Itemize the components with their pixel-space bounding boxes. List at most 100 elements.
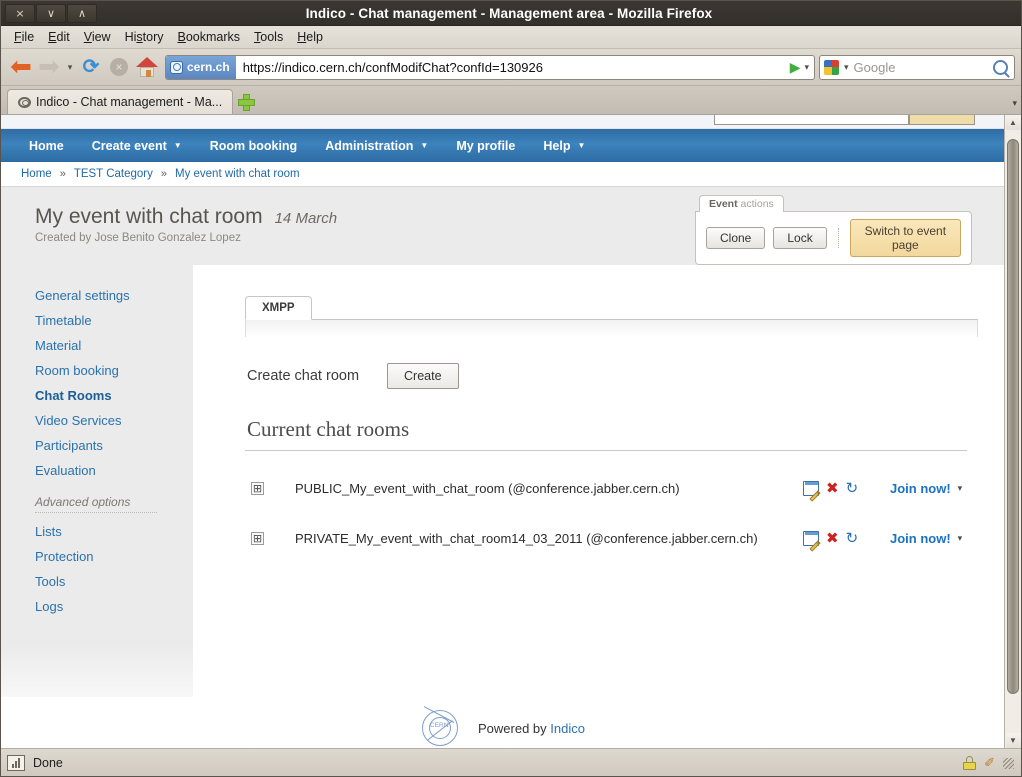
create-button[interactable]: Create xyxy=(387,363,459,389)
firefox-window: × ∨ ∧ Indico - Chat management - Managem… xyxy=(0,0,1022,777)
nav-item-room-booking[interactable]: Room booking xyxy=(196,129,312,162)
sidebar-item-chat-rooms[interactable]: Chat Rooms xyxy=(35,383,193,408)
switch-to-event-page-button[interactable]: Switch to event page xyxy=(849,219,961,257)
edit-icon[interactable] xyxy=(803,530,821,552)
join-control: Join now! ▾ xyxy=(890,481,962,496)
menu-history[interactable]: History xyxy=(118,28,171,46)
go-button[interactable]: ▶ xyxy=(786,59,805,76)
nav-item-home[interactable]: Home xyxy=(15,129,78,162)
expand-icon[interactable]: ⊞ xyxy=(251,481,264,495)
nav-item-label: Home xyxy=(29,138,64,153)
nav-item-create-event[interactable]: Create event ▼ xyxy=(78,129,196,162)
breadcrumb-item-home[interactable]: Home xyxy=(21,168,52,180)
menu-file[interactable]: File xyxy=(7,28,41,46)
content-tabstrip: XMPP xyxy=(245,293,978,320)
url-dropdown-icon[interactable]: ▾ xyxy=(804,62,814,73)
sidebar-item-general-settings[interactable]: General settings xyxy=(35,283,193,308)
nav-item-label: Create event xyxy=(91,138,167,153)
join-now-link[interactable]: Join now! xyxy=(890,531,951,546)
reload-icon[interactable]: ⟳ xyxy=(77,53,105,81)
url-bar[interactable]: cern.ch https://indico.cern.ch/confModif… xyxy=(165,54,815,80)
site-identity-button[interactable]: cern.ch xyxy=(166,55,236,79)
status-text: Done xyxy=(33,755,63,770)
delete-icon[interactable]: ✖ xyxy=(826,530,839,546)
chevron-down-icon[interactable]: ▾ xyxy=(958,533,963,544)
page-title: My event with chat room xyxy=(35,205,263,228)
tab-list-dropdown-icon[interactable]: ▾ xyxy=(1012,98,1017,109)
nav-item-administration[interactable]: Administration ▼ xyxy=(311,129,442,162)
sidebar-item-evaluation[interactable]: Evaluation xyxy=(35,458,193,483)
resize-grip[interactable] xyxy=(1001,756,1015,770)
sidebar-item-video-services[interactable]: Video Services xyxy=(35,408,193,433)
sidebar-item-room-booking[interactable]: Room booking xyxy=(35,358,193,383)
sidebar-item-material[interactable]: Material xyxy=(35,333,193,358)
browser-navigation-toolbar: ⬅ ➡ ▾ ⟳ × cern.ch https://indico.cern.ch… xyxy=(1,49,1021,86)
chevron-down-icon: ▼ xyxy=(420,141,429,150)
back-arrow-icon[interactable]: ⬅ xyxy=(7,53,35,81)
plus-icon xyxy=(237,94,255,111)
sidebar-item-tools[interactable]: Tools xyxy=(35,569,193,594)
page-viewport: Home Create event ▼ Room booking Adminis… xyxy=(1,114,1021,748)
event-actions-tab-label: Event actions xyxy=(699,195,784,212)
history-dropdown-icon[interactable]: ▾ xyxy=(63,62,77,73)
menu-view[interactable]: View xyxy=(77,28,118,46)
scrollbar-thumb[interactable] xyxy=(1007,139,1019,694)
page-scrollbar[interactable]: ▲ ▼ xyxy=(1004,115,1021,748)
tab-indico-chat-management[interactable]: Indico - Chat management - Ma... xyxy=(7,89,234,114)
window-maximize-button[interactable]: ∧ xyxy=(67,3,97,23)
menu-edit[interactable]: Edit xyxy=(41,28,77,46)
chevron-down-icon: ▼ xyxy=(173,141,182,150)
sidebar-item-protection[interactable]: Protection xyxy=(35,544,193,569)
url-input[interactable]: https://indico.cern.ch/confModifChat?con… xyxy=(236,60,786,75)
forward-arrow-icon[interactable]: ➡ xyxy=(35,53,63,81)
event-actions-tab-light: actions xyxy=(740,198,774,210)
menu-bookmarks[interactable]: Bookmarks xyxy=(171,28,248,46)
menu-tools[interactable]: Tools xyxy=(247,28,290,46)
edit-icon[interactable] xyxy=(803,480,821,502)
clone-button[interactable]: Clone xyxy=(706,227,766,249)
scroll-down-icon[interactable]: ▼ xyxy=(1005,733,1021,748)
site-search-input[interactable] xyxy=(714,115,909,125)
chevron-down-icon[interactable]: ▾ xyxy=(958,483,963,494)
nav-item-help[interactable]: Help ▼ xyxy=(529,129,599,162)
tab-xmpp[interactable]: XMPP xyxy=(245,296,312,320)
refresh-icon[interactable]: ↻ xyxy=(846,480,859,496)
breadcrumb-item-current[interactable]: My event with chat room xyxy=(175,168,300,180)
search-input[interactable]: Google xyxy=(854,60,993,75)
lock-icon[interactable] xyxy=(963,755,977,770)
scroll-up-icon[interactable]: ▲ xyxy=(1005,115,1021,130)
menu-help[interactable]: Help xyxy=(290,28,330,46)
join-now-link[interactable]: Join now! xyxy=(890,481,951,496)
search-icon[interactable] xyxy=(993,59,1008,75)
sidebar-item-timetable[interactable]: Timetable xyxy=(35,308,193,333)
search-bar[interactable]: ▾ Google xyxy=(819,54,1015,80)
site-search-button[interactable] xyxy=(909,115,975,125)
new-tab-button[interactable] xyxy=(233,89,257,114)
sidebar-item-participants[interactable]: Participants xyxy=(35,433,193,458)
delete-icon[interactable]: ✖ xyxy=(826,480,839,496)
window-title: Indico - Chat management - Management ar… xyxy=(305,5,713,21)
nav-item-my-profile[interactable]: My profile xyxy=(442,129,529,162)
stop-icon[interactable]: × xyxy=(105,53,133,81)
main-content-area: General settings Timetable Material Room… xyxy=(1,265,1004,697)
globe-icon xyxy=(170,60,183,74)
breadcrumb: Home » TEST Category » My event with cha… xyxy=(1,162,1004,187)
home-icon[interactable] xyxy=(133,53,161,81)
table-row: ⊞ PUBLIC_My_event_with_chat_room (@confe… xyxy=(245,475,978,502)
lock-button[interactable]: Lock xyxy=(773,227,827,249)
window-minimize-button[interactable]: ∨ xyxy=(36,3,66,23)
sidebar-item-lists[interactable]: Lists xyxy=(35,519,193,544)
search-engine-dropdown-icon[interactable]: ▾ xyxy=(839,62,854,73)
tab-title: Indico - Chat management - Ma... xyxy=(36,95,223,109)
indico-link[interactable]: Indico xyxy=(550,721,585,736)
row-actions: ✖ ↻ xyxy=(803,530,859,552)
nav-item-label: My profile xyxy=(456,138,516,153)
expand-icon[interactable]: ⊞ xyxy=(251,531,264,545)
sidebar-item-logs[interactable]: Logs xyxy=(35,594,193,619)
page-stats-icon[interactable] xyxy=(7,754,25,771)
breadcrumb-item-test-category[interactable]: TEST Category xyxy=(74,168,153,180)
feather-icon[interactable]: ✐ xyxy=(984,755,995,771)
refresh-icon[interactable]: ↻ xyxy=(846,530,859,546)
window-close-button[interactable]: × xyxy=(5,3,35,23)
powered-by-text: Powered by Indico xyxy=(478,721,585,736)
